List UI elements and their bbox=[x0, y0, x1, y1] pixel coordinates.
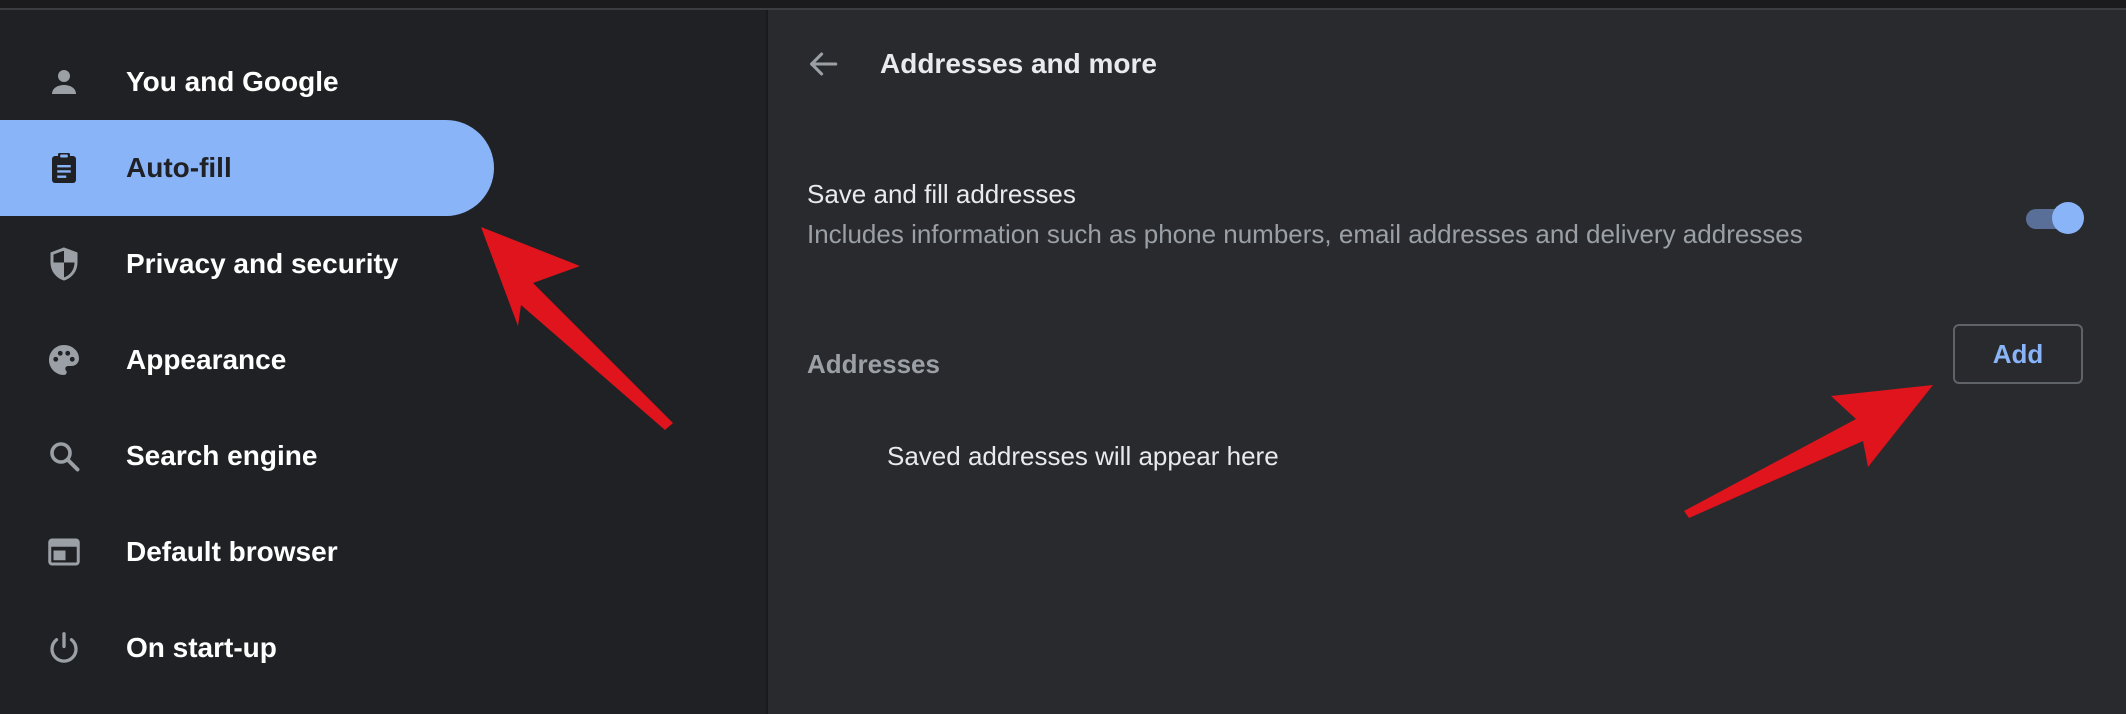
settings-main-panel: Addresses and more Save and fill address… bbox=[768, 10, 2126, 714]
palette-icon bbox=[49, 345, 79, 375]
addresses-section-label: Addresses bbox=[807, 349, 940, 379]
sidebar-item-auto-fill[interactable]: Auto-fill bbox=[0, 120, 494, 216]
page-title: Addresses and more bbox=[880, 48, 1157, 79]
clipboard-icon bbox=[52, 153, 76, 183]
save-fill-addresses-description: Includes information such as phone numbe… bbox=[807, 219, 1803, 249]
save-fill-addresses-toggle[interactable] bbox=[2024, 198, 2086, 236]
sidebar-item-label: Privacy and security bbox=[126, 248, 399, 279]
sidebar-item-you-and-google[interactable]: You and Google bbox=[0, 34, 494, 130]
browser-window-icon bbox=[48, 538, 80, 566]
sidebar-item-privacy-and-security[interactable]: Privacy and security bbox=[0, 216, 494, 312]
sidebar-item-on-start-up[interactable]: On start-up bbox=[0, 600, 494, 696]
sidebar-item-label: Appearance bbox=[126, 344, 287, 375]
sidebar-item-search-engine[interactable]: Search engine bbox=[0, 408, 494, 504]
person-icon bbox=[52, 70, 76, 94]
sidebar-item-default-browser[interactable]: Default browser bbox=[0, 504, 494, 600]
sidebar-item-appearance[interactable]: Appearance bbox=[0, 312, 494, 408]
sidebar-item-label: On start-up bbox=[126, 632, 277, 663]
shield-icon bbox=[50, 247, 78, 281]
save-fill-addresses-title: Save and fill addresses bbox=[807, 179, 1076, 209]
toggle-knob bbox=[2052, 202, 2084, 234]
search-icon bbox=[50, 442, 80, 472]
add-address-button[interactable]: Add bbox=[1953, 324, 2083, 384]
sidebar-item-label: Auto-fill bbox=[126, 152, 232, 183]
settings-sidebar: You and Google Auto-fill Privacy and sec… bbox=[0, 10, 766, 714]
window-top-bar bbox=[0, 0, 2126, 10]
arrow-back-icon[interactable] bbox=[806, 47, 840, 81]
sidebar-item-label: Default browser bbox=[126, 536, 338, 567]
sidebar-item-label: Search engine bbox=[126, 440, 318, 471]
sidebar-item-label: You and Google bbox=[126, 66, 339, 97]
power-icon bbox=[50, 632, 78, 663]
addresses-empty-message: Saved addresses will appear here bbox=[887, 441, 1279, 471]
